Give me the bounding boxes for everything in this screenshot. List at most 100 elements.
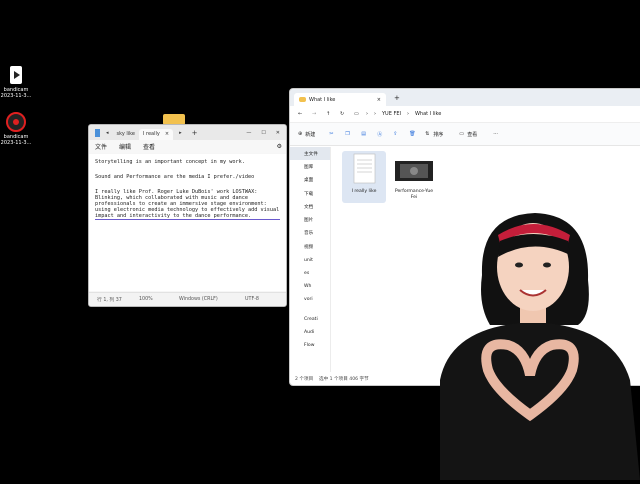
notepad-statusbar: 行 1, 列 37 100% Windows (CRLF) UTF-8 bbox=[89, 292, 286, 306]
encoding: UTF-8 bbox=[245, 297, 259, 302]
nav-label: es bbox=[304, 270, 310, 276]
nav-item-flow[interactable]: Flow bbox=[290, 339, 330, 352]
nav-item-vori[interactable]: vori bbox=[290, 293, 330, 306]
notepad-tab-2[interactable]: I really × bbox=[138, 128, 174, 140]
nav-label: 视频 bbox=[304, 244, 314, 250]
nav-item-documents[interactable]: 文档 bbox=[290, 200, 330, 213]
nav-item-audio[interactable]: Audi bbox=[290, 326, 330, 339]
nav-item-downloads[interactable]: 下载 bbox=[290, 187, 330, 200]
nav-label: 图片 bbox=[304, 218, 314, 224]
close-window-icon[interactable]: ✕ bbox=[276, 130, 280, 136]
desktop-icon-sublabel: 2023-11-3... bbox=[0, 93, 32, 99]
settings-gear-icon[interactable]: ⚙ bbox=[277, 143, 282, 150]
view-button[interactable]: 查看 bbox=[467, 131, 493, 138]
file-name: I really like bbox=[351, 189, 377, 194]
desktop-icon-bandicam-1[interactable]: bandicam 2023-11-3... bbox=[0, 65, 32, 99]
video-file-icon bbox=[395, 161, 433, 181]
explorer-titlebar: What I like × + bbox=[290, 89, 640, 106]
bandicam-file-icon bbox=[6, 65, 26, 85]
chevron-right-icon: › bbox=[406, 111, 409, 117]
menu-file[interactable]: 文件 bbox=[95, 142, 107, 151]
tab-scroll-right-icon[interactable]: ▸ bbox=[179, 130, 182, 136]
new-button[interactable]: 新建 bbox=[305, 131, 329, 138]
nav-label: vori bbox=[304, 297, 313, 303]
rename-icon[interactable]: Ⓐ bbox=[377, 131, 393, 138]
notepad-tab-1[interactable]: sky like bbox=[113, 129, 139, 140]
copy-icon[interactable]: ❐ bbox=[345, 131, 361, 137]
share-icon[interactable]: ⇪ bbox=[393, 131, 409, 137]
close-tab-icon[interactable]: × bbox=[165, 131, 169, 137]
webcam-person-overlay bbox=[420, 205, 640, 480]
breadcrumb-user[interactable]: YUE FEI bbox=[382, 111, 401, 117]
desktop-icon-bandicam-2[interactable]: bandicam 2023-11-3... bbox=[0, 112, 32, 146]
nav-label: Flow bbox=[304, 343, 315, 349]
sort-icon: ⇅ bbox=[425, 131, 430, 137]
notepad-app-icon bbox=[95, 128, 100, 137]
folder-icon bbox=[299, 97, 306, 102]
line-ending: Windows (CRLF) bbox=[179, 297, 218, 302]
file-item-document[interactable]: I really like bbox=[342, 151, 386, 203]
nav-item-unit[interactable]: unit bbox=[290, 253, 330, 266]
cut-icon[interactable]: ✂ bbox=[329, 131, 345, 137]
command-bar: ⊕ 新建 ✂ ❐ ▤ Ⓐ ⇪ 🗑 ⇅ 排序 ▭ 查看 ··· bbox=[290, 123, 640, 146]
chevron-right-icon: › bbox=[374, 111, 376, 117]
desktop-icon-sublabel: 2023-11-3... bbox=[0, 140, 32, 146]
nav-item-gallery[interactable]: 图库 bbox=[290, 160, 330, 173]
maximize-icon[interactable]: ☐ bbox=[261, 130, 265, 136]
new-tab-icon[interactable]: + bbox=[394, 94, 400, 102]
tab-label: sky like bbox=[116, 131, 135, 137]
address-bar: ← → ↑ ↻ ▭ › › YUE FEI › What I like bbox=[290, 106, 640, 123]
back-arrow-icon[interactable]: ← bbox=[298, 111, 312, 117]
minimize-icon[interactable]: — bbox=[246, 130, 251, 136]
paragraph-3: I really like Prof. Roger Luke DuBois' w… bbox=[95, 189, 283, 220]
nav-label: 文档 bbox=[304, 204, 314, 210]
cursor-position: 行 1, 列 37 bbox=[97, 298, 122, 303]
nav-label: unit bbox=[304, 257, 313, 263]
notepad-menubar: 文件 编辑 查看 ⚙ bbox=[89, 140, 286, 153]
forward-arrow-icon[interactable]: → bbox=[312, 111, 326, 117]
nav-label: 主文件 bbox=[304, 151, 318, 157]
nav-label: Wh bbox=[304, 284, 312, 290]
bandicam-app-icon bbox=[6, 112, 26, 132]
new-tab-icon[interactable]: + bbox=[192, 129, 198, 137]
nav-label: 桌面 bbox=[304, 178, 314, 184]
computer-icon: ▭ bbox=[354, 111, 359, 117]
person-heart-hands-image bbox=[440, 213, 640, 480]
view-icon: ▭ bbox=[459, 131, 464, 137]
paste-icon[interactable]: ▤ bbox=[361, 131, 377, 137]
nav-label: Creati bbox=[304, 316, 318, 322]
new-plus-icon: ⊕ bbox=[298, 131, 303, 137]
tab-label: I really bbox=[142, 131, 160, 137]
tab-scroll-left-icon[interactable]: ◂ bbox=[106, 130, 109, 136]
navigation-pane: 主文件 图库 桌面 下载 文档 图片 音乐 视频 unit es Wh vori… bbox=[290, 147, 331, 372]
nav-item-videos[interactable]: 视频 bbox=[290, 240, 330, 253]
menu-edit[interactable]: 编辑 bbox=[119, 142, 131, 151]
file-name: Performance-Yue Fei bbox=[394, 189, 434, 200]
more-options-icon[interactable]: ··· bbox=[493, 131, 498, 137]
sort-button[interactable]: 排序 bbox=[433, 131, 459, 138]
breadcrumb-folder[interactable]: What I like bbox=[415, 111, 441, 117]
menu-view[interactable]: 查看 bbox=[143, 142, 155, 151]
nav-label: 下载 bbox=[304, 191, 314, 197]
notepad-text-area[interactable]: Storytelling is an important concept in … bbox=[89, 154, 286, 291]
nav-item-music[interactable]: 音乐 bbox=[290, 227, 330, 240]
refresh-icon[interactable]: ↻ bbox=[340, 111, 354, 117]
nav-item-pictures[interactable]: 图片 bbox=[290, 213, 330, 226]
nav-item-creative[interactable]: Creati bbox=[290, 313, 330, 326]
item-count: 2 个项目 bbox=[295, 377, 314, 382]
explorer-tab-title: What I like bbox=[309, 96, 336, 103]
delete-icon[interactable]: 🗑 bbox=[409, 131, 425, 137]
explorer-tab[interactable]: What I like × bbox=[294, 93, 386, 106]
document-file-icon bbox=[353, 153, 376, 184]
nav-item-home[interactable]: 主文件 bbox=[290, 147, 330, 161]
nav-item-wh[interactable]: Wh bbox=[290, 280, 330, 293]
chevron-right-icon: › bbox=[366, 111, 368, 117]
paragraph-2: Sound and Performance are the media I pr… bbox=[95, 174, 255, 180]
nav-item-es[interactable]: es bbox=[290, 267, 330, 280]
nav-item-desktop[interactable]: 桌面 bbox=[290, 174, 330, 187]
notepad-titlebar: ◂ sky like I really × ▸ + — ☐ ✕ bbox=[89, 125, 286, 140]
close-tab-icon[interactable]: × bbox=[377, 97, 381, 103]
file-item-video[interactable]: Performance-Yue Fei bbox=[392, 151, 436, 211]
up-arrow-icon[interactable]: ↑ bbox=[326, 111, 340, 117]
notepad-window: ◂ sky like I really × ▸ + — ☐ ✕ 文件 编辑 查看 … bbox=[88, 124, 287, 307]
